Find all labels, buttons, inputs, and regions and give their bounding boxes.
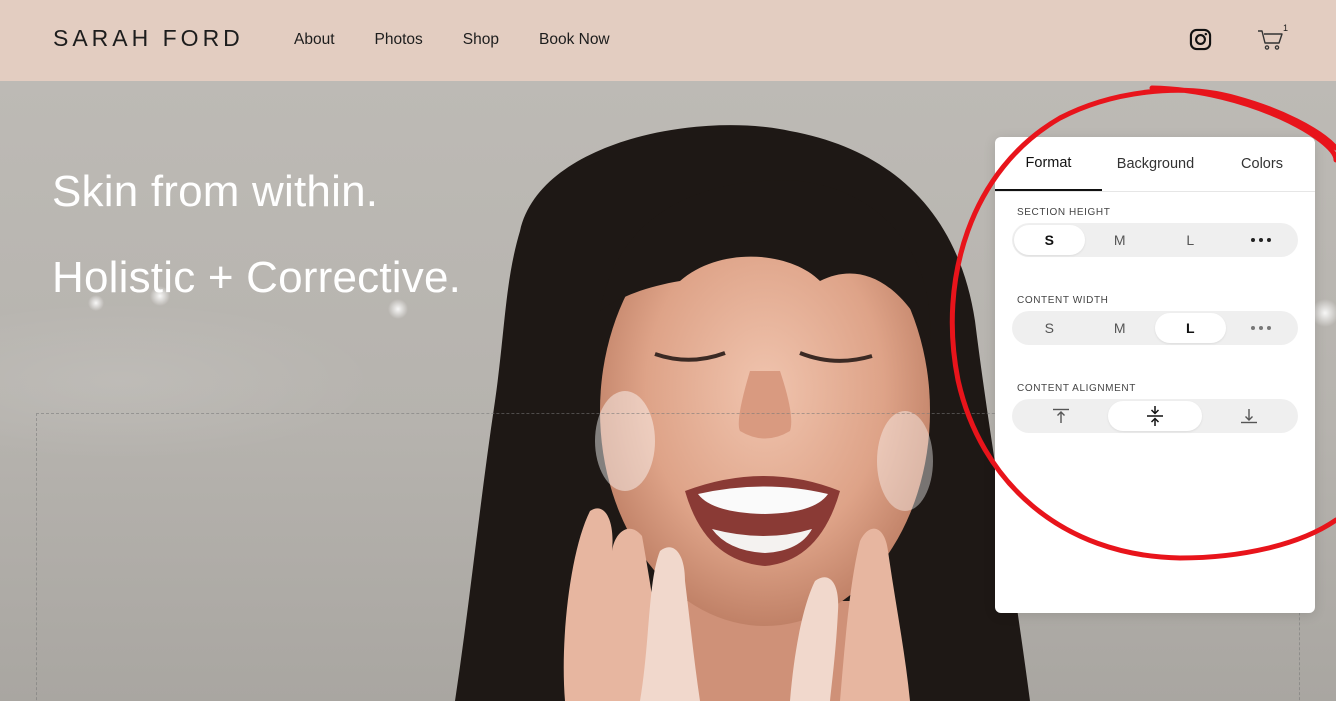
content-width-label: CONTENT WIDTH: [1017, 295, 1109, 306]
content-alignment-control: [1012, 399, 1298, 433]
site-header: SARAH FORD About Photos Shop Book Now 1: [0, 0, 1336, 81]
nav-about[interactable]: About: [294, 31, 335, 49]
align-top-button[interactable]: [1014, 401, 1108, 431]
main-nav: About Photos Shop Book Now: [294, 31, 650, 49]
section-settings-panel: Format Background Colors SECTION HEIGHT …: [995, 137, 1315, 613]
content-width-l[interactable]: L: [1155, 313, 1226, 343]
align-bottom-button[interactable]: [1202, 401, 1296, 431]
section-height-s[interactable]: S: [1014, 225, 1085, 255]
cart-count-badge: 1: [1283, 23, 1289, 33]
hero-subheadline: Holistic + Corrective.: [52, 253, 462, 302]
site-logo[interactable]: SARAH FORD: [53, 25, 244, 52]
section-height-m[interactable]: M: [1085, 225, 1156, 255]
section-height-control: S M L: [1012, 223, 1298, 257]
nav-photos[interactable]: Photos: [375, 31, 423, 49]
hero-headline: Skin from within.: [52, 167, 379, 216]
content-width-m[interactable]: M: [1085, 313, 1156, 343]
instagram-icon[interactable]: [1189, 28, 1212, 51]
content-width-s[interactable]: S: [1014, 313, 1085, 343]
align-top-icon: [1053, 408, 1069, 423]
more-dots-icon: [1250, 238, 1271, 242]
section-height-label: SECTION HEIGHT: [1017, 207, 1111, 218]
tab-colors[interactable]: Colors: [1209, 137, 1315, 191]
nav-book-now[interactable]: Book Now: [539, 31, 610, 49]
section-height-more-button[interactable]: [1226, 225, 1297, 255]
align-bottom-icon: [1241, 409, 1257, 424]
nav-shop[interactable]: Shop: [463, 31, 499, 49]
tab-format[interactable]: Format: [995, 137, 1102, 191]
content-alignment-label: CONTENT ALIGNMENT: [1017, 383, 1136, 394]
align-center-button[interactable]: [1108, 401, 1202, 431]
content-width-control: S M L: [1012, 311, 1298, 345]
section-height-l[interactable]: L: [1155, 225, 1226, 255]
align-center-icon: [1147, 406, 1163, 426]
tab-background[interactable]: Background: [1102, 137, 1209, 191]
panel-tabs: Format Background Colors: [995, 137, 1315, 192]
content-width-more-button[interactable]: [1226, 313, 1297, 343]
cart-icon[interactable]: [1257, 28, 1285, 52]
more-dots-icon: [1250, 326, 1271, 330]
